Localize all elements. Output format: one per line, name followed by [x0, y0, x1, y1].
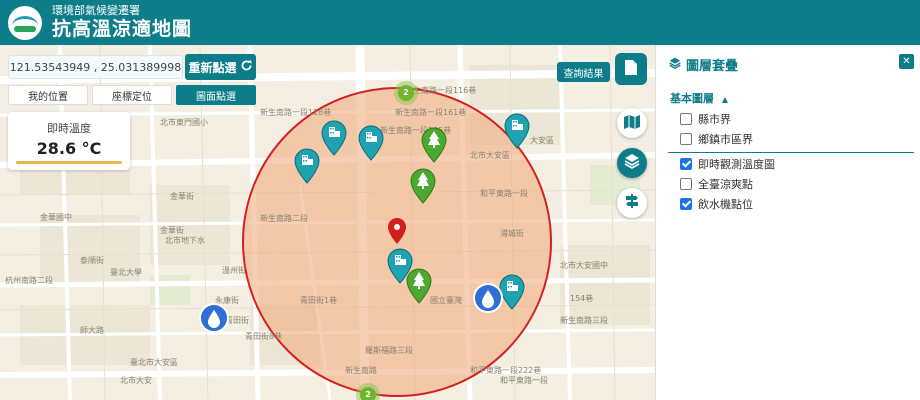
signpost-button[interactable]: [617, 188, 647, 218]
refresh-icon: [240, 59, 253, 75]
document-icon: [624, 59, 638, 80]
org-name: 環境部氣候變遷署: [52, 4, 140, 17]
layer-checkbox[interactable]: [680, 178, 692, 190]
layer-group-toggle[interactable]: 基本圖層 ▲: [670, 90, 728, 106]
cool-spot-tree-marker: [410, 168, 436, 204]
layer-label: 鄉鎮市區界: [698, 133, 753, 146]
map-icon: [624, 114, 640, 133]
layer-label: 縣市界: [698, 113, 731, 126]
layer-label: 即時觀測溫度圖: [698, 158, 775, 171]
cluster-count[interactable]: 2: [398, 88, 414, 97]
panel-title-text: 圖層套疊: [686, 59, 739, 74]
app-header: 環境部氣候變遷署 抗高溫涼適地圖: [0, 0, 920, 45]
temperature-label: 即時溫度: [47, 122, 91, 135]
panel-title: 圖層套疊: [669, 55, 738, 74]
results-document-button[interactable]: [615, 53, 647, 85]
layer-panel: 圖層套疊 ✕ 基本圖層 ▲ 縣市界 鄉鎮市區界 即時觀測溫度圖 全臺涼爽點 飲水…: [655, 45, 920, 400]
caret-up-icon: ▲: [721, 95, 728, 104]
coordinate-locate-button[interactable]: 座標定位: [92, 85, 172, 105]
cool-spot-building-marker: [504, 113, 530, 149]
drinking-fountain-marker: [473, 283, 503, 313]
drinking-fountain-marker: [199, 303, 229, 333]
layers-stack-icon: [669, 57, 681, 73]
signpost-icon: [624, 193, 640, 213]
layer-checkbox[interactable]: [680, 133, 692, 145]
cool-spot-tree-marker: [421, 127, 447, 163]
map-canvas[interactable]: 新生南路一段116巷 新生南路一段118巷 新生南路一段161巷 新生南路一段1…: [0, 45, 655, 400]
cool-spot-building-marker: [358, 125, 384, 161]
layer-label: 全臺涼爽點: [698, 178, 753, 191]
layer-item-cool-spots[interactable]: 全臺涼爽點: [680, 176, 753, 192]
my-location-button[interactable]: 我的位置: [8, 85, 88, 105]
layer-group-title: 基本圖層: [670, 92, 714, 105]
temperature-bar: [16, 161, 122, 164]
temperature-card: 即時溫度 28.6 °C: [8, 112, 130, 170]
selected-location-marker: [388, 218, 406, 244]
app-title: 抗高溫涼適地圖: [52, 18, 193, 40]
layers-icon: [624, 153, 640, 173]
cool-spot-building-marker: [321, 120, 347, 156]
cool-spot-building-marker: [294, 148, 320, 184]
layer-item-drinking-fountains[interactable]: 飲水機點位: [680, 196, 753, 212]
agency-logo: [8, 5, 42, 40]
layers-button[interactable]: [617, 148, 647, 178]
temperature-value: 28.6 °C: [36, 139, 102, 158]
layer-label: 飲水機點位: [698, 198, 753, 211]
cool-spot-tree-marker: [406, 268, 432, 304]
layer-checkbox[interactable]: [680, 113, 692, 125]
layer-checkbox[interactable]: [680, 158, 692, 170]
reselect-button[interactable]: 重新點選: [185, 54, 256, 80]
query-results-button[interactable]: 查詢結果: [557, 62, 610, 82]
map-click-button[interactable]: 圖面點選: [176, 85, 256, 105]
close-icon: ✕: [902, 56, 911, 67]
cluster-count[interactable]: 2: [360, 390, 376, 399]
close-panel-button[interactable]: ✕: [899, 54, 914, 69]
layer-checkbox[interactable]: [680, 198, 692, 210]
layer-item-township-boundary[interactable]: 鄉鎮市區界: [680, 131, 753, 147]
divider: [668, 152, 914, 153]
layer-item-county-boundary[interactable]: 縣市界: [680, 111, 731, 127]
cool-spot-building-marker: [499, 274, 525, 310]
layer-item-temperature-map[interactable]: 即時觀測溫度圖: [680, 156, 775, 172]
basemap-button[interactable]: [617, 108, 647, 138]
reselect-label: 重新點選: [188, 60, 237, 75]
coordinate-display: 121.53543949 , 25.031389998: [8, 55, 183, 79]
